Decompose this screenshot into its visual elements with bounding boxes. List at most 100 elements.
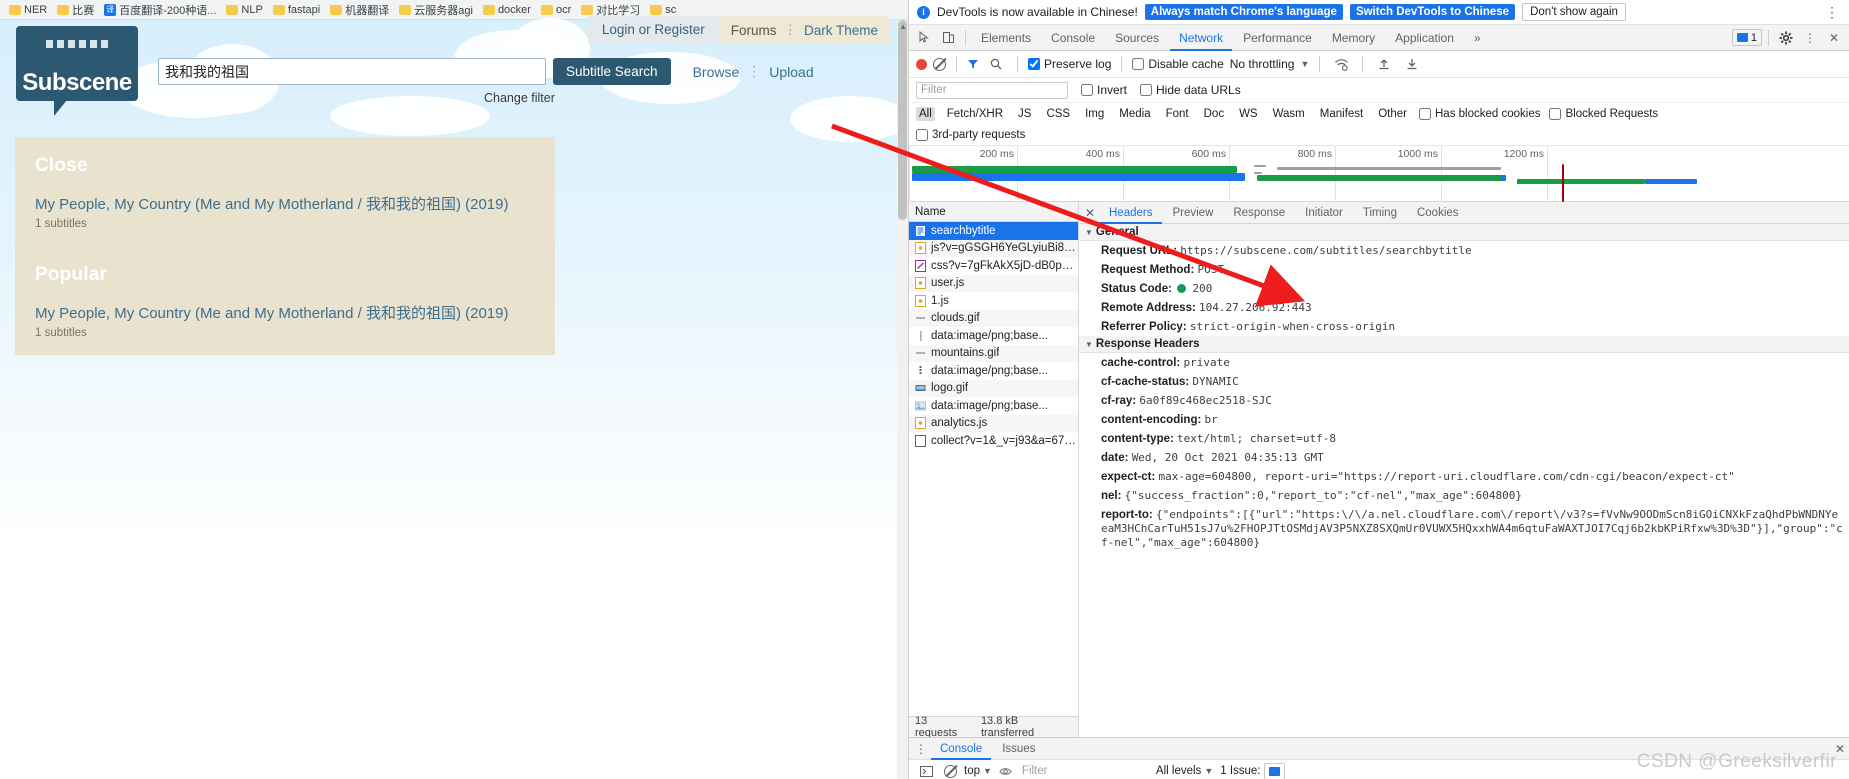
request-row[interactable]: data:image/png;base... [909,327,1078,345]
tab-sources[interactable]: Sources [1106,25,1168,51]
chevron-down-icon[interactable]: ▼ [1300,59,1309,69]
disable-cache-input[interactable] [1132,58,1145,70]
request-row[interactable]: mountains.gif [909,344,1078,362]
request-row[interactable]: css?v=7gFkAkX5jD-dB0pnKag... [909,257,1078,275]
network-overview-timeline[interactable]: 200 ms 400 ms 600 ms 800 ms 1000 ms 1200… [909,146,1849,202]
type-filter-ws[interactable]: WS [1236,107,1261,121]
console-context-select[interactable]: top ▼ [964,765,992,777]
issues-badge[interactable] [1263,762,1285,779]
invert-checkbox[interactable]: Invert [1081,83,1127,97]
bookmark-item[interactable]: 比赛 [54,2,97,18]
page-scrollbar[interactable] [897,20,908,779]
invert-input[interactable] [1081,84,1093,96]
eye-icon[interactable] [999,765,1012,778]
wifi-icon[interactable] [1330,53,1352,75]
change-filter-link[interactable]: Change filter [484,91,555,105]
request-row[interactable]: clouds.gif [909,309,1078,327]
browse-link[interactable]: Browse [693,64,740,80]
blocked-requests-input[interactable] [1549,108,1562,120]
record-icon[interactable] [916,58,927,70]
request-row[interactable]: user.js [909,274,1078,292]
login-or-register-link[interactable]: Login or Register [587,16,719,44]
console-levels-select[interactable]: All levels ▼ [1156,765,1213,777]
preserve-log-checkbox[interactable]: Preserve log [1028,57,1111,71]
export-har-icon[interactable] [1401,53,1423,75]
bookmark-item[interactable]: sc [647,4,679,16]
forums-link[interactable]: Forums [731,23,777,38]
type-filter-doc[interactable]: Doc [1201,107,1227,121]
type-filter-img[interactable]: Img [1082,107,1107,121]
close-detail-icon[interactable]: ✕ [1081,206,1099,220]
always-match-language-button[interactable]: Always match Chrome's language [1144,4,1343,20]
tab-performance[interactable]: Performance [1234,25,1321,51]
result-title-link[interactable]: My People, My Country (Me and My Motherl… [35,193,535,214]
request-row[interactable]: js?v=gGSGH6YeGLyiuBi8eaD... [909,239,1078,257]
upload-link[interactable]: Upload [769,64,813,80]
has-blocked-cookies-input[interactable] [1419,108,1431,120]
tab-console[interactable]: Console [1042,25,1104,51]
type-filter-wasm[interactable]: Wasm [1270,107,1308,121]
subtitle-search-button[interactable]: Subtitle Search [553,58,671,85]
request-row-searchbytitle[interactable]: searchbytitle [909,222,1078,240]
hide-data-urls-input[interactable] [1140,84,1153,96]
close-devtools-icon[interactable]: ✕ [1823,27,1845,49]
drawer-tab-issues[interactable]: Issues [993,738,1044,760]
blocked-requests-checkbox[interactable]: Blocked Requests [1549,108,1658,120]
preserve-log-input[interactable] [1028,58,1040,70]
gear-icon[interactable] [1775,27,1797,49]
detail-tab-timing[interactable]: Timing [1353,202,1407,224]
dont-show-again-button[interactable]: Don't show again [1522,3,1626,21]
request-row[interactable]: 1.js [909,292,1078,310]
type-filter-fetch-xhr[interactable]: Fetch/XHR [944,107,1006,121]
scroll-up-arrow-icon[interactable]: ▲ [899,22,907,31]
detail-tab-response[interactable]: Response [1223,202,1295,224]
search-icon[interactable] [985,53,1007,75]
message-count-badge[interactable]: 1 [1731,29,1762,46]
type-filter-css[interactable]: CSS [1043,107,1073,121]
tab-overflow-icon[interactable]: » [1465,25,1490,51]
bookmark-item[interactable]: NER [6,4,50,16]
request-row[interactable]: collect?v=1&_v=j93&a=6703... [909,432,1078,450]
import-har-icon[interactable] [1373,53,1395,75]
tab-network[interactable]: Network [1170,25,1233,51]
hide-data-urls-checkbox[interactable]: Hide data URLs [1140,83,1241,97]
tab-elements[interactable]: Elements [972,25,1040,51]
request-row[interactable]: data:image/png;base... [909,397,1078,415]
filter-input[interactable] [916,81,1068,99]
bookmark-item[interactable]: docker [480,4,534,16]
clear-icon[interactable] [933,57,946,71]
drawer-tab-console[interactable]: Console [931,738,992,760]
bookmark-item[interactable]: 机器翻译 [327,2,392,18]
dark-theme-link[interactable]: Dark Theme [804,23,878,38]
request-row[interactable]: analytics.js [909,414,1078,432]
switch-devtools-chinese-button[interactable]: Switch DevTools to Chinese [1349,4,1516,20]
inspect-element-icon[interactable] [913,27,935,49]
clear-console-icon[interactable] [944,764,957,778]
type-filter-manifest[interactable]: Manifest [1317,107,1366,121]
bookmark-item[interactable]: 云服务器agi [396,2,476,18]
devtools-menu-icon[interactable]: ⋮ [1799,27,1821,49]
tab-application[interactable]: Application [1386,25,1463,51]
third-party-checkbox[interactable]: 3rd-party requests [916,129,1025,141]
general-section-header[interactable]: ▼ General [1079,224,1849,241]
type-filter-all[interactable]: All [916,107,935,121]
detail-tab-initiator[interactable]: Initiator [1295,202,1353,224]
detail-tab-headers[interactable]: Headers [1099,202,1163,224]
result-title-link[interactable]: My People, My Country (Me and My Motherl… [35,302,535,323]
search-input[interactable] [158,58,546,85]
detail-tab-cookies[interactable]: Cookies [1407,202,1469,224]
page-scrollbar-thumb[interactable] [898,20,907,220]
request-row[interactable]: logo.gif [909,379,1078,397]
bookmark-item[interactable]: ocr [538,4,574,16]
throttling-select[interactable]: No throttling [1230,57,1295,71]
site-logo[interactable]: Subscene [16,26,138,116]
disable-cache-checkbox[interactable]: Disable cache [1132,57,1224,71]
type-filter-media[interactable]: Media [1116,107,1153,121]
console-issues-link[interactable]: 1 Issue: [1220,762,1285,779]
third-party-input[interactable] [916,129,928,141]
tab-memory[interactable]: Memory [1323,25,1384,51]
console-filter-input[interactable] [1018,763,1149,779]
detail-tab-preview[interactable]: Preview [1162,202,1223,224]
type-filter-font[interactable]: Font [1163,107,1192,121]
funnel-icon[interactable] [967,58,979,70]
